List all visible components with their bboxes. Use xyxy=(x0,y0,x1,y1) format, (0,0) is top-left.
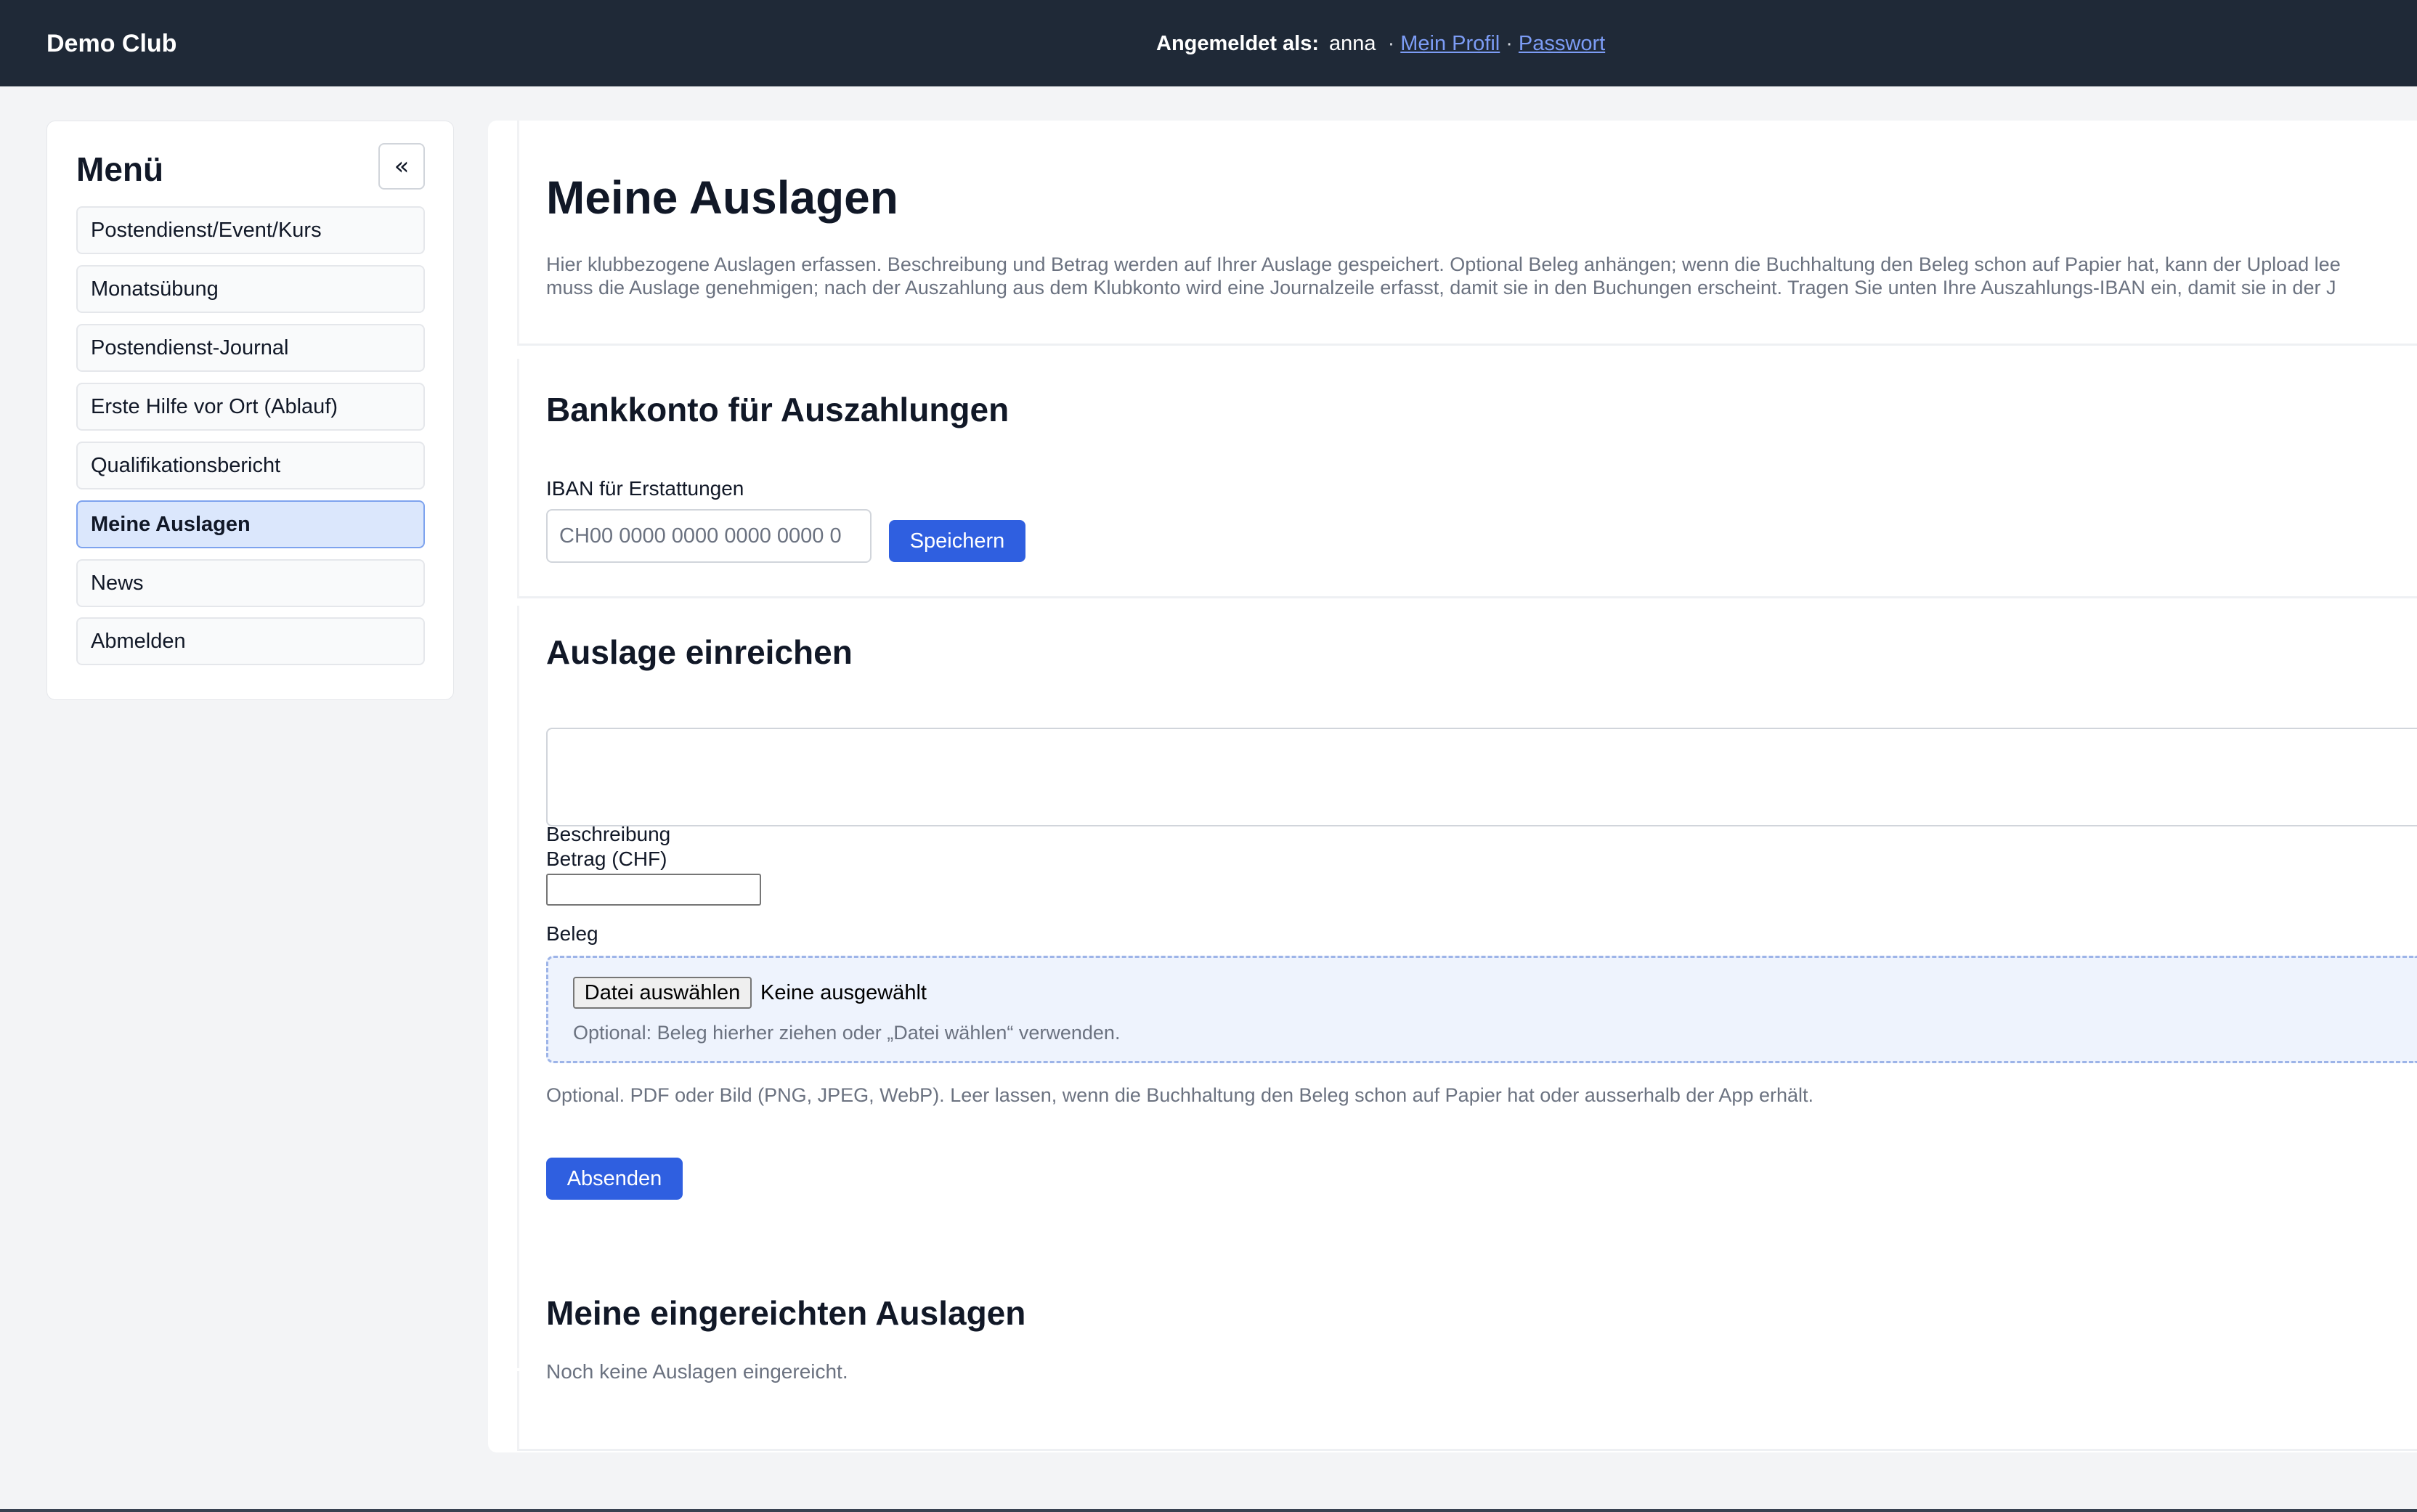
sidebar-item-erste-hilfe[interactable]: Erste Hilfe vor Ort (Ablauf) xyxy=(76,383,425,431)
page-intro: Hier klubbezogene Auslagen erfassen. Bes… xyxy=(546,253,2417,299)
menu-title: Menü xyxy=(76,150,164,188)
iban-label: IBAN für Erstattungen xyxy=(546,477,744,500)
expense-form-heading: Auslage einreichen xyxy=(546,633,853,671)
file-status: Keine ausgewählt xyxy=(760,981,927,1004)
dropzone-hint: Optional: Beleg hierher ziehen oder „Dat… xyxy=(573,1022,1121,1044)
save-iban-button[interactable]: Speichern xyxy=(889,520,1025,562)
sidebar-item-abmelden[interactable]: Abmelden xyxy=(76,617,425,665)
username: anna xyxy=(1329,32,1376,55)
separator: · xyxy=(1387,32,1395,55)
bank-heading: Bankkonto für Auszahlungen xyxy=(546,391,1010,428)
amount-input[interactable] xyxy=(546,874,761,906)
collapse-sidebar-button[interactable]: « xyxy=(378,143,425,190)
password-link[interactable]: Passwort xyxy=(1519,32,1605,55)
receipt-dropzone[interactable]: Datei auswählen Keine ausgewählt Optiona… xyxy=(546,956,2417,1063)
user-info: Angemeldet als: anna · Mein Profil · Passwor… xyxy=(1156,31,1605,57)
intro-line-1: Hier klubbezogene Auslagen erfassen. Bes… xyxy=(546,253,2341,275)
intro-line-2: muss die Auslage genehmigen; nach der Au… xyxy=(546,277,2336,298)
submitted-heading: Meine eingereichten Auslagen xyxy=(546,1294,1026,1332)
sidebar-item-meine-auslagen[interactable]: Meine Auslagen xyxy=(76,500,425,548)
receipt-label: Beleg xyxy=(546,922,598,945)
amount-label: Betrag (CHF) xyxy=(546,848,667,870)
main-content: Meine Auslagen Hier klubbezogene Auslage… xyxy=(488,121,2417,1452)
bottom-edge xyxy=(0,1509,2417,1512)
profile-link[interactable]: Mein Profil xyxy=(1400,32,1500,55)
intro-section xyxy=(517,121,2417,346)
submit-button[interactable]: Absenden xyxy=(546,1158,683,1200)
top-bar: Demo Club Angemeldet als: anna · Mein Prof… xyxy=(0,0,2417,86)
brand-name[interactable]: Demo Club xyxy=(46,29,176,58)
empty-state-text: Noch keine Auslagen eingereicht. xyxy=(546,1360,848,1383)
page-title: Meine Auslagen xyxy=(546,171,898,224)
choose-file-button[interactable]: Datei auswählen xyxy=(573,977,752,1009)
sidebar-item-postendienst-event-kurs[interactable]: Postendienst/Event/Kurs xyxy=(76,206,425,254)
sidebar-item-monatsuebung[interactable]: Monatsübung xyxy=(76,265,425,313)
separator: · xyxy=(1506,32,1513,55)
description-textarea[interactable] xyxy=(546,728,2417,826)
receipt-help-text: Optional. PDF oder Bild (PNG, JPEG, WebP… xyxy=(546,1084,1814,1106)
iban-input[interactable] xyxy=(546,509,872,563)
logged-in-label: Angemeldet als: xyxy=(1156,32,1319,55)
sidebar-item-qualifikationsbericht[interactable]: Qualifikationsbericht xyxy=(76,442,425,489)
sidebar-item-news[interactable]: News xyxy=(76,559,425,607)
sidebar: Menü « Postendienst/Event/Kurs Monatsübu… xyxy=(46,121,454,700)
sidebar-item-postendienst-journal[interactable]: Postendienst-Journal xyxy=(76,324,425,372)
